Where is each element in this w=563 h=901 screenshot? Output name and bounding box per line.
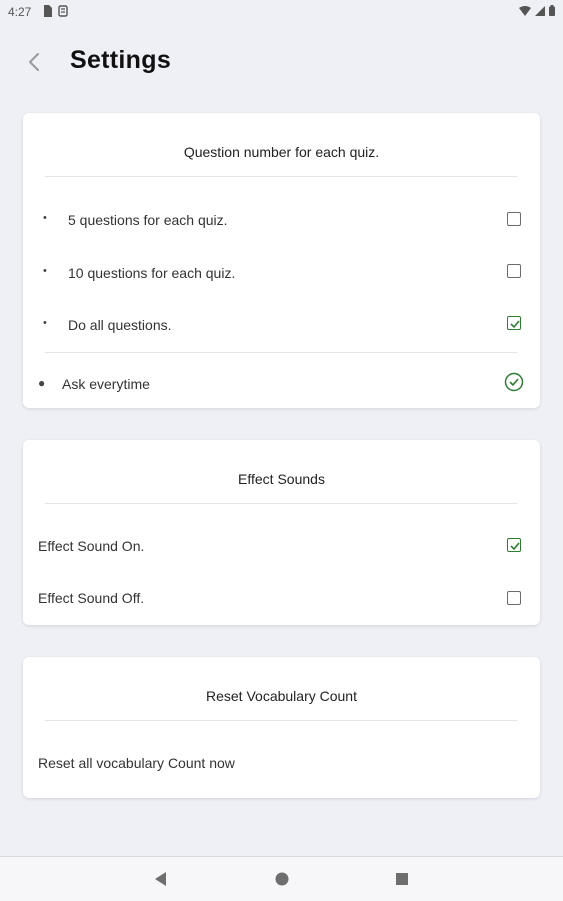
quiz-card-title: Question number for each quiz.	[183, 144, 380, 160]
page-title: Settings	[70, 46, 172, 74]
effect-sound-on-label: Effect Sound On.	[38, 538, 145, 554]
chevron-left-icon	[29, 53, 39, 71]
bullet-icon: •	[43, 265, 47, 277]
ask-everytime-label: Ask everytime	[62, 376, 150, 392]
status-right-icons	[519, 5, 555, 19]
sim-card-icon	[42, 5, 52, 20]
signal-icon	[535, 5, 545, 19]
back-button[interactable]	[20, 48, 48, 76]
effect-sounds-title: Effect Sounds	[238, 471, 325, 487]
check-icon	[510, 320, 520, 329]
square-recents-icon	[396, 873, 408, 885]
quiz-option-label: 10 questions for each quiz.	[68, 265, 236, 281]
effect-sounds-card: Effect Sounds Effect Sound On. Effect So…	[23, 440, 540, 625]
check-icon	[510, 542, 520, 551]
quiz-option-label: Do all questions.	[68, 317, 172, 333]
battery-icon	[549, 5, 555, 19]
effect-sounds-divider	[45, 503, 518, 504]
checkbox-5-questions[interactable]	[507, 212, 521, 226]
navigation-bar	[0, 856, 563, 901]
quiz-option-label: 5 questions for each quiz.	[68, 212, 228, 228]
notification-icon	[58, 5, 68, 20]
effect-sound-off-label: Effect Sound Off.	[38, 590, 145, 606]
status-time: 4:27	[8, 5, 32, 19]
app-header: Settings	[0, 36, 563, 88]
nav-recents-button[interactable]	[392, 869, 412, 889]
bullet-icon: •	[43, 317, 47, 329]
checkbox-all-questions[interactable]	[507, 316, 521, 330]
radio-dot-icon: ●	[38, 376, 46, 390]
bullet-icon: •	[43, 212, 47, 224]
checkbox-10-questions[interactable]	[507, 264, 521, 278]
status-left-icons	[42, 5, 68, 20]
status-bar: 4:27	[0, 0, 563, 24]
circle-home-icon	[275, 872, 289, 886]
quiz-settings-card: Question number for each quiz. • 5 quest…	[23, 113, 540, 408]
nav-back-button[interactable]	[151, 869, 171, 889]
quiz-card-divider-2	[45, 352, 518, 353]
nav-home-button[interactable]	[272, 869, 292, 889]
reset-card-title: Reset Vocabulary Count	[206, 688, 357, 704]
check-circle-icon[interactable]	[504, 372, 524, 392]
triangle-back-icon	[155, 872, 166, 886]
quiz-card-divider	[45, 176, 518, 177]
reset-card-divider	[45, 720, 518, 721]
reset-vocabulary-card: Reset Vocabulary Count Reset all vocabul…	[23, 657, 540, 798]
checkbox-sound-off[interactable]	[507, 591, 521, 605]
reset-vocabulary-button[interactable]: Reset all vocabulary Count now	[38, 755, 235, 771]
checkbox-sound-on[interactable]	[507, 538, 521, 552]
wifi-icon	[519, 5, 531, 19]
